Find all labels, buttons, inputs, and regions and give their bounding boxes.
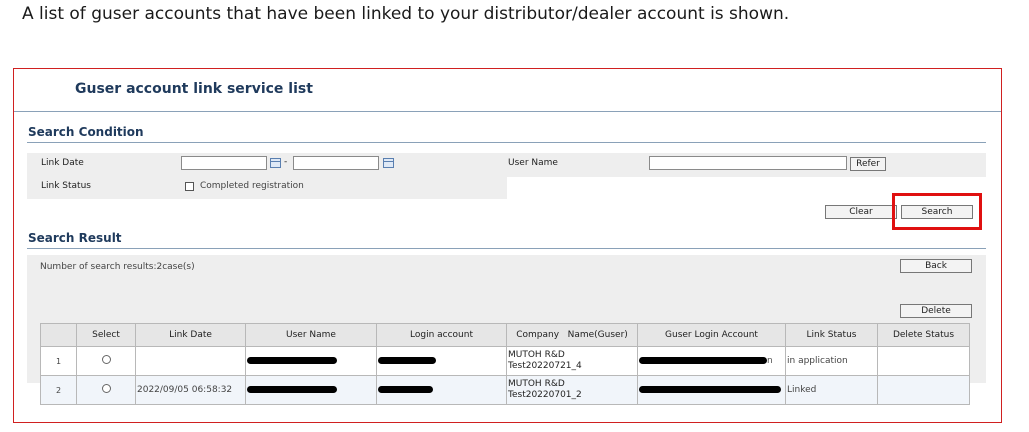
link-date-label: Link Date: [41, 158, 84, 168]
select-radio[interactable]: [101, 384, 111, 393]
header-guser-login-account: Guser Login Account: [637, 323, 786, 347]
header-login-account: Login account: [376, 323, 507, 347]
redacted-mask: [247, 357, 337, 364]
clear-button[interactable]: Clear: [825, 205, 897, 219]
refer-button[interactable]: Refer: [850, 157, 886, 171]
date-separator: -: [284, 157, 288, 167]
results-table: Select Link Date User Name Login account…: [40, 323, 970, 405]
table-row[interactable]: 2 2022/09/05 06:58:32 MUTOH R&D Test20220…: [40, 375, 970, 405]
delete-status-cell: [877, 375, 970, 405]
header-delete-status: Delete Status: [877, 323, 970, 347]
calendar-icon[interactable]: [383, 158, 394, 168]
completed-registration-label: Completed registration: [200, 181, 304, 191]
calendar-icon[interactable]: [270, 158, 281, 168]
delete-status-cell: [877, 346, 970, 376]
link-status-label: Link Status: [41, 181, 91, 191]
redacted-mask: [247, 386, 337, 393]
table-row[interactable]: 1 MUTOH R&D Test20220721_4 n in applicati…: [40, 346, 970, 376]
login-account-cell: [376, 346, 507, 376]
user-name-cell: [245, 346, 377, 376]
redacted-mask: [639, 386, 781, 393]
select-radio[interactable]: [101, 355, 111, 364]
link-date-cell: [135, 346, 246, 376]
search-button-highlight: [892, 193, 982, 230]
company-name-cell: MUTOH R&D Test20220701_2: [506, 375, 638, 405]
link-status-cell: in application: [785, 346, 878, 376]
link-date-to-input[interactable]: [293, 156, 379, 170]
table-header-row: Select Link Date User Name Login account…: [40, 323, 970, 347]
page-title: Guser account link service list: [75, 81, 313, 97]
back-button[interactable]: Back: [900, 259, 972, 273]
link-date-from-input[interactable]: [181, 156, 267, 170]
login-account-cell: [376, 375, 507, 405]
header-number: [40, 323, 77, 347]
search-condition-divider: [27, 142, 986, 143]
redacted-mask: [378, 386, 433, 393]
company-name-cell: MUTOH R&D Test20220721_4: [506, 346, 638, 376]
title-divider: [14, 111, 1001, 112]
search-result-divider: [27, 248, 986, 249]
user-name-input[interactable]: [649, 156, 847, 170]
guser-login-account-cell: [637, 375, 786, 405]
header-company-name: Company Name(Guser): [506, 323, 638, 347]
row-number: 1: [40, 346, 77, 376]
result-count: Number of search results:2case(s): [40, 262, 195, 272]
row-number: 2: [40, 375, 77, 405]
redacted-mask: [639, 357, 767, 364]
search-result-heading: Search Result: [28, 231, 122, 245]
user-name-cell: [245, 375, 377, 405]
link-date-cell: 2022/09/05 06:58:32: [135, 375, 246, 405]
guser-login-account-cell: n: [637, 346, 786, 376]
user-name-label: User Name: [508, 158, 558, 168]
search-condition-heading: Search Condition: [28, 125, 144, 139]
header-user-name: User Name: [245, 323, 377, 347]
completed-registration-checkbox[interactable]: [185, 182, 194, 191]
caption: A list of guser accounts that have been …: [22, 4, 790, 24]
header-select: Select: [76, 323, 136, 347]
delete-button[interactable]: Delete: [900, 304, 972, 318]
link-status-cell: Linked: [785, 375, 878, 405]
redacted-mask: [378, 357, 436, 364]
header-link-status: Link Status: [785, 323, 878, 347]
header-link-date: Link Date: [135, 323, 246, 347]
